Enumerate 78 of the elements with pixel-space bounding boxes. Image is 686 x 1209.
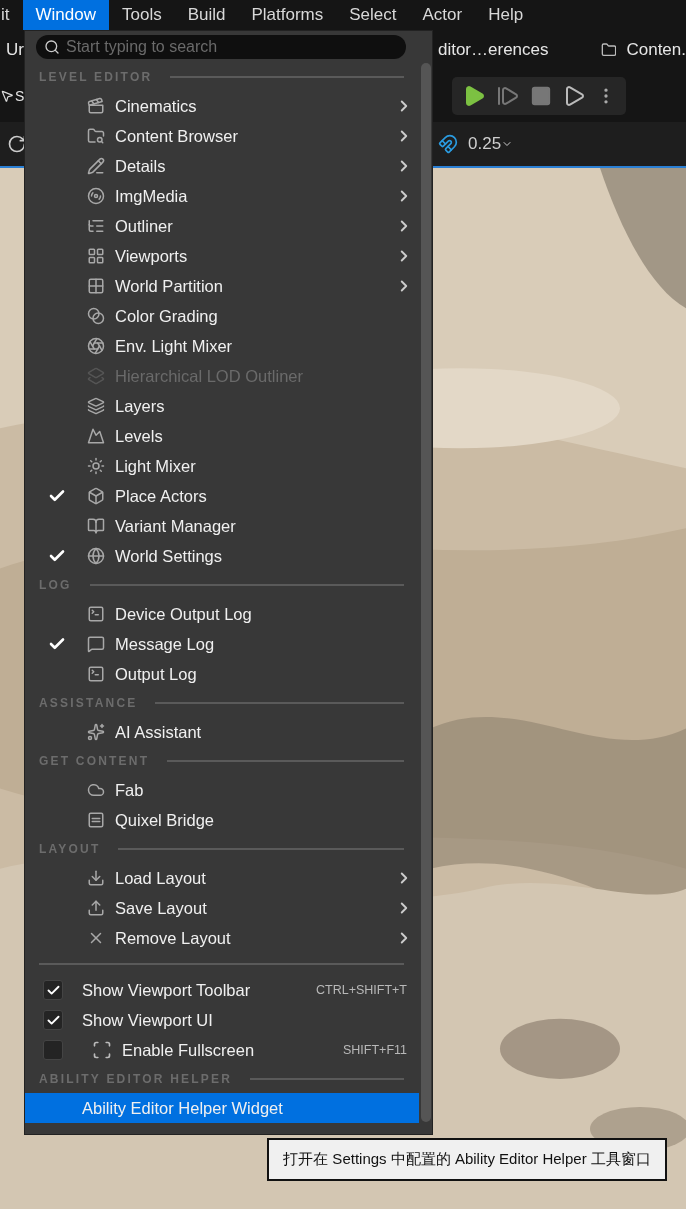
cursor-icon[interactable] bbox=[0, 89, 14, 103]
mountain-icon bbox=[87, 427, 105, 445]
tab-label[interactable]: Ur bbox=[6, 40, 24, 60]
menu-item[interactable]: Fab bbox=[25, 775, 419, 805]
snap-value[interactable]: 0.25 bbox=[468, 134, 502, 154]
clapperboard-icon bbox=[87, 97, 105, 115]
menu-item[interactable]: Levels bbox=[25, 421, 419, 451]
menu-item[interactable]: Layers bbox=[25, 391, 419, 421]
menu-bar-item[interactable]: Build bbox=[174, 0, 239, 30]
globe-icon bbox=[87, 547, 105, 565]
search-field[interactable]: Start typing to search bbox=[36, 35, 406, 59]
menu-item[interactable]: ImgMedia bbox=[25, 181, 419, 211]
message-icon bbox=[87, 635, 105, 653]
fullscreen-icon bbox=[92, 1040, 112, 1060]
shortcut-label: CTRL+SHIFT+T bbox=[316, 983, 407, 997]
menu-item[interactable]: Viewports bbox=[25, 241, 419, 271]
menu-item[interactable]: Light Mixer bbox=[25, 451, 419, 481]
menu-item[interactable]: Output Log bbox=[25, 659, 419, 689]
menu-item[interactable]: Place Actors bbox=[25, 481, 419, 511]
layers-icon bbox=[87, 367, 105, 385]
aperture-icon bbox=[87, 337, 105, 355]
scrollbar[interactable] bbox=[421, 63, 431, 1122]
square-icon bbox=[87, 811, 105, 829]
upload-icon bbox=[87, 899, 105, 917]
cloud-icon bbox=[87, 781, 105, 799]
menu-item[interactable]: Quixel Bridge bbox=[25, 805, 419, 835]
search-icon bbox=[44, 39, 60, 55]
book-icon bbox=[87, 517, 105, 535]
menu-item[interactable]: Cinematics bbox=[25, 91, 419, 121]
menu-item[interactable]: Enable Fullscreen SHIFT+F11 bbox=[25, 1035, 419, 1065]
sparkles-icon bbox=[87, 723, 105, 741]
shortcut-label: SHIFT+F11 bbox=[342, 1043, 407, 1057]
layers-icon bbox=[87, 397, 105, 415]
menu-bar-item[interactable]: Tools bbox=[108, 0, 175, 30]
menu-item[interactable]: Variant Manager bbox=[25, 511, 419, 541]
folder-search-icon bbox=[87, 127, 105, 145]
sun-icon bbox=[87, 457, 105, 475]
menu-item[interactable]: World Partition bbox=[25, 271, 419, 301]
menu-bar-item[interactable]: Help bbox=[475, 0, 537, 30]
checkbox[interactable] bbox=[43, 980, 63, 1000]
checkbox[interactable] bbox=[43, 1040, 63, 1060]
menu-item[interactable]: AI Assistant bbox=[25, 717, 419, 747]
menu-bar-item[interactable]: it bbox=[0, 0, 23, 30]
menu-bar-item[interactable]: Window bbox=[22, 0, 109, 30]
step-icon[interactable] bbox=[496, 84, 521, 108]
grid-icon bbox=[87, 247, 105, 265]
tab-label[interactable]: ditor…erences bbox=[437, 40, 549, 60]
download-icon bbox=[87, 869, 105, 887]
menu-item[interactable]: Show Viewport UI bbox=[25, 1005, 419, 1035]
menu-bar-item[interactable]: Platforms bbox=[238, 0, 337, 30]
menu-item[interactable]: Ability Editor Helper Widget bbox=[25, 1093, 419, 1123]
menu-bar-item[interactable]: Actor bbox=[409, 0, 476, 30]
checkbox[interactable] bbox=[43, 1010, 63, 1030]
menu-item[interactable]: Color Grading bbox=[25, 301, 419, 331]
menu-item[interactable]: Device Output Log bbox=[25, 599, 419, 629]
list-icon bbox=[87, 217, 105, 235]
menu-item[interactable]: Content Browser bbox=[25, 121, 419, 151]
menu-item[interactable]: Remove Layout bbox=[25, 923, 419, 953]
pencil-icon bbox=[87, 157, 105, 175]
mode-label[interactable]: S bbox=[15, 88, 25, 104]
terminal-icon bbox=[87, 605, 105, 623]
menu-bar-item[interactable]: Select bbox=[336, 0, 410, 30]
stop-icon[interactable] bbox=[530, 85, 553, 107]
menu-item[interactable]: Details bbox=[25, 151, 419, 181]
tooltip: 打开在 Settings 中配置的 Ability Editor Helper 工具窗口 bbox=[267, 1138, 667, 1181]
rotate-icon[interactable] bbox=[7, 134, 27, 154]
blend-icon bbox=[87, 307, 105, 325]
cube-icon bbox=[87, 487, 105, 505]
menu-item[interactable]: Env. Light Mixer bbox=[25, 331, 419, 361]
terminal-icon bbox=[87, 665, 105, 683]
snap-icon[interactable] bbox=[438, 134, 458, 154]
menu-item[interactable]: World Settings bbox=[25, 541, 419, 571]
tab-label[interactable]: Conten. bbox=[626, 40, 686, 60]
menu-item[interactable]: Show Viewport Toolbar CTRL+SHIFT+T bbox=[25, 975, 419, 1005]
menu-item[interactable]: Load Layout bbox=[25, 863, 419, 893]
menu-item[interactable]: Save Layout bbox=[25, 893, 419, 923]
menu-item[interactable]: Message Log bbox=[25, 629, 419, 659]
menu-item[interactable]: Outliner bbox=[25, 211, 419, 241]
